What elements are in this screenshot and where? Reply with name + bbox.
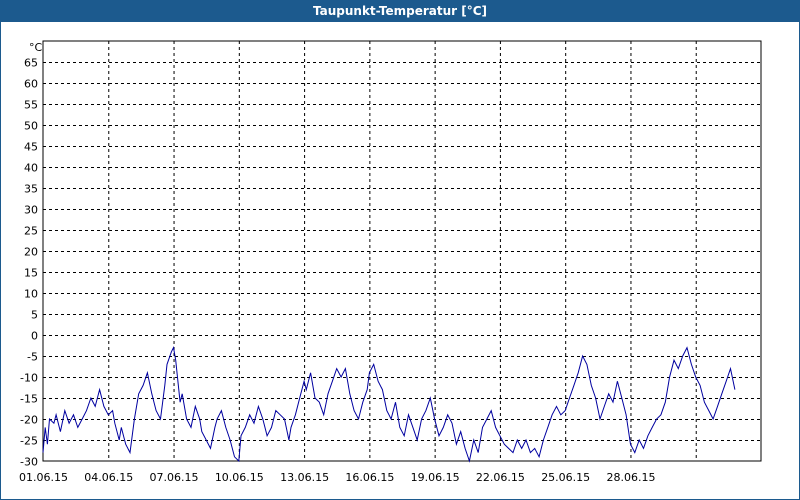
y-tick-label: -25 (20, 435, 38, 448)
y-tick-label: 25 (24, 225, 38, 238)
x-tick-label: 16.06.15 (345, 471, 394, 484)
plot-area (42, 40, 762, 462)
x-tick-label: 19.06.15 (411, 471, 460, 484)
x-tick-label: 01.06.15 (19, 471, 68, 484)
y-tick-label: 55 (24, 99, 38, 112)
y-tick-label: -20 (20, 414, 38, 427)
y-tick-label: -15 (20, 393, 38, 406)
y-tick-label: 65 (24, 57, 38, 70)
y-tick-label: -5 (27, 351, 38, 364)
y-tick-label: 30 (24, 204, 38, 217)
y-axis-unit: °C (29, 41, 43, 54)
y-tick-label: 60 (24, 78, 38, 91)
y-tick-label: 40 (24, 162, 38, 175)
x-tick-label: 28.06.15 (606, 471, 655, 484)
y-tick-label: 50 (24, 120, 38, 133)
x-tick-label: 07.06.15 (150, 471, 199, 484)
y-tick-label: -10 (20, 372, 38, 385)
x-tick-label: 04.06.15 (84, 471, 133, 484)
y-tick-label: 10 (24, 288, 38, 301)
x-tick-label: 22.06.15 (476, 471, 525, 484)
y-tick-label: 35 (24, 183, 38, 196)
y-tick-label: 15 (24, 267, 38, 280)
y-tick-label: 20 (24, 246, 38, 259)
y-tick-label: 0 (31, 330, 38, 343)
x-tick-label: 13.06.15 (280, 471, 329, 484)
dew-point-chart: °C65605550454035302520151050-5-10-15-20-… (19, 40, 762, 484)
x-tick-label: 10.06.15 (215, 471, 264, 484)
y-tick-label: 5 (31, 309, 38, 322)
y-tick-label: 45 (24, 141, 38, 154)
x-tick-label: 25.06.15 (541, 471, 590, 484)
y-tick-label: -30 (20, 456, 38, 469)
chart-window: Taupunkt-Temperatur [°C] °C 65 60 55 50 45 40 3… (0, 0, 800, 500)
